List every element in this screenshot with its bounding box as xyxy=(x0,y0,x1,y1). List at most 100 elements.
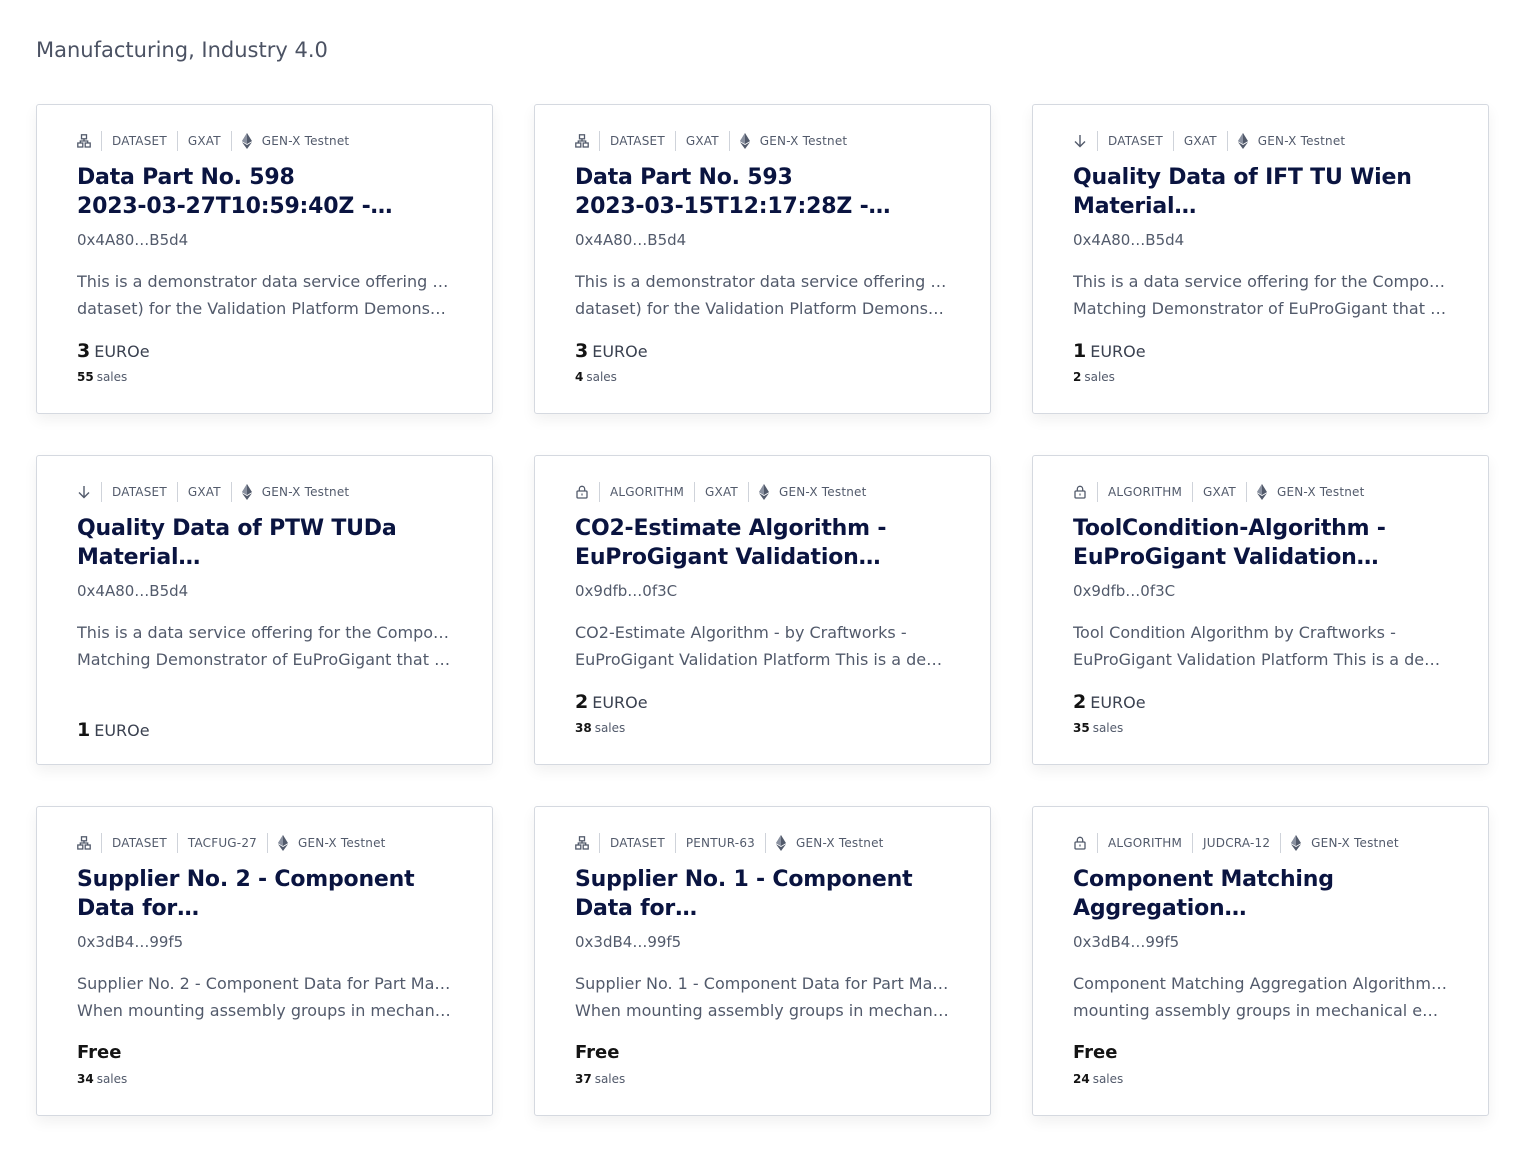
network-name: GEN-X Testnet xyxy=(796,836,884,850)
owner-address[interactable]: 0x3dB4…99f5 xyxy=(1073,931,1448,953)
asset-title[interactable]: Supplier No. 2 - Component Data for Part… xyxy=(77,865,452,923)
asset-price: 1 EUROe xyxy=(1073,338,1448,364)
asset-meta: DATASET TACFUG-27 GEN-X Testnet xyxy=(77,833,452,853)
sales-label: sales xyxy=(96,1072,128,1086)
meta-divider xyxy=(728,131,730,151)
sales-count: 4 sales xyxy=(575,369,950,385)
section-title: Manufacturing, Industry 4.0 xyxy=(36,38,328,62)
meta-divider xyxy=(1245,482,1247,502)
asset-price: 2 EUROe xyxy=(575,689,950,715)
network-name: GEN-X Testnet xyxy=(759,134,848,148)
datatoken-symbol: GXAT xyxy=(187,485,221,499)
asset-type-label: DATASET xyxy=(610,134,665,148)
meta-divider xyxy=(267,833,269,853)
datatoken-symbol: GXAT xyxy=(705,485,738,499)
meta-divider xyxy=(101,833,102,853)
owner-address[interactable]: 0x4A80…B5d4 xyxy=(77,580,452,602)
sales-number: 55 xyxy=(77,370,94,384)
asset-card[interactable]: ALGORITHM GXAT GEN-X Testnet ToolConditi… xyxy=(1032,455,1489,765)
meta-divider xyxy=(1280,833,1282,853)
asset-title[interactable]: Data Part No. 598 2023-03-27T10:59:40Z -… xyxy=(77,163,452,221)
meta-divider xyxy=(765,833,767,853)
sales-label: sales xyxy=(1092,721,1124,735)
asset-price: 3 EUROe xyxy=(575,338,950,364)
sales-count: 35 sales xyxy=(1073,720,1448,736)
price-currency: EUROe xyxy=(592,693,648,712)
asset-title[interactable]: Quality Data of PTW TUDa Material Number… xyxy=(77,514,452,572)
asset-title[interactable]: CO2-Estimate Algorithm - EuProGigant Val… xyxy=(575,514,950,572)
asset-card[interactable]: DATASET GXAT GEN-X Testnet Quality Data … xyxy=(1032,104,1489,414)
ethereum-icon xyxy=(758,484,769,500)
asset-card[interactable]: DATASET GXAT GEN-X Testnet Data Part No.… xyxy=(36,104,493,414)
asset-title[interactable]: Component Matching Aggregation Algorithm… xyxy=(1073,865,1448,923)
asset-title-line1: Supplier No. 2 - Component Data for xyxy=(77,867,415,921)
ethereum-icon xyxy=(1256,484,1267,500)
datatoken-symbol: TACFUG-27 xyxy=(187,836,258,850)
asset-title[interactable]: Data Part No. 593 2023-03-15T12:17:28Z -… xyxy=(575,163,950,221)
asset-price: Free xyxy=(1073,1040,1448,1066)
owner-address[interactable]: 0x9dfb…0f3C xyxy=(575,580,950,602)
compute-icon xyxy=(575,134,589,148)
asset-title[interactable]: ToolCondition-Algorithm - EuProGigant Va… xyxy=(1073,514,1448,572)
sales-number: 24 xyxy=(1073,1072,1090,1086)
asset-title-line1: CO2-Estimate Algorithm - xyxy=(575,516,887,541)
asset-card[interactable]: DATASET GXAT GEN-X Testnet Data Part No.… xyxy=(534,104,991,414)
owner-address[interactable]: 0x3dB4…99f5 xyxy=(575,931,950,953)
ethereum-icon xyxy=(241,133,252,149)
asset-card[interactable]: DATASET TACFUG-27 GEN-X Testnet Supplier… xyxy=(36,806,493,1116)
description-line2: Matching Demonstrator of EuProGigant tha… xyxy=(77,650,452,669)
network-badge: GEN-X Testnet xyxy=(1237,133,1346,149)
owner-address[interactable]: 0x9dfb…0f3C xyxy=(1073,580,1448,602)
description-line2: dataset) for the Validation Platform Dem… xyxy=(575,299,950,318)
sales-count: 37 sales xyxy=(575,1071,950,1087)
sales-number: 4 xyxy=(575,370,584,384)
asset-card[interactable]: ALGORITHM JUDCRA-12 GEN-X Testnet Compon… xyxy=(1032,806,1489,1116)
description-line1: This is a demonstrator data service offe… xyxy=(77,272,452,291)
owner-address[interactable]: 0x4A80…B5d4 xyxy=(1073,229,1448,251)
owner-address[interactable]: 0x4A80…B5d4 xyxy=(575,229,950,251)
owner-address[interactable]: 0x3dB4…99f5 xyxy=(77,931,452,953)
price-amount: Free xyxy=(575,1042,620,1063)
lock-icon xyxy=(575,485,589,499)
asset-title-line2: EuProGigant Validation Platform xyxy=(575,545,859,570)
sales-count: 55 sales xyxy=(77,369,452,385)
asset-title-line1: Component Matching Aggregation xyxy=(1073,867,1334,921)
ethereum-icon xyxy=(739,133,750,149)
sales-number: 38 xyxy=(575,721,592,735)
asset-card[interactable]: DATASET GXAT GEN-X Testnet Quality Data … xyxy=(36,455,493,765)
asset-description: This is a data service offering for the … xyxy=(1073,268,1448,322)
price-amount: 1 xyxy=(1073,340,1087,362)
price-amount: 1 xyxy=(77,719,91,741)
datatoken-symbol: PENTUR-63 xyxy=(685,836,756,850)
network-name: GEN-X Testnet xyxy=(261,485,350,499)
price-currency: EUROe xyxy=(592,342,648,361)
description-line1: Tool Condition Algorithm by Craftworks - xyxy=(1073,623,1396,642)
network-badge: GEN-X Testnet xyxy=(1291,835,1399,851)
ethereum-icon xyxy=(278,835,289,851)
asset-description: Component Matching Aggregation Algorithm… xyxy=(1073,970,1448,1024)
price-amount: 3 xyxy=(575,340,589,362)
asset-title[interactable]: Quality Data of IFT TU Wien Material Num… xyxy=(1073,163,1448,221)
owner-address[interactable]: 0x4A80…B5d4 xyxy=(77,229,452,251)
asset-title-line1: Supplier No. 1 - Component Data for xyxy=(575,867,913,921)
asset-type-label: ALGORITHM xyxy=(1108,485,1183,499)
asset-description: This is a demonstrator data service offe… xyxy=(575,268,950,322)
meta-divider xyxy=(747,482,749,502)
asset-type-label: DATASET xyxy=(610,836,665,850)
asset-description: Supplier No. 1 - Component Data for Part… xyxy=(575,970,950,1024)
asset-card[interactable]: DATASET PENTUR-63 GEN-X Testnet Supplier… xyxy=(534,806,991,1116)
network-name: GEN-X Testnet xyxy=(778,485,867,499)
meta-divider xyxy=(101,482,102,502)
asset-title[interactable]: Supplier No. 1 - Component Data for Part… xyxy=(575,865,950,923)
meta-divider xyxy=(599,131,600,151)
ethereum-icon xyxy=(1291,835,1302,851)
meta-divider xyxy=(101,131,102,151)
asset-card[interactable]: ALGORITHM GXAT GEN-X Testnet CO2-Estimat… xyxy=(534,455,991,765)
asset-title-line1: Quality Data of IFT TU Wien Material xyxy=(1073,165,1412,219)
asset-meta: ALGORITHM GXAT GEN-X Testnet xyxy=(575,482,950,502)
meta-divider xyxy=(674,131,676,151)
asset-description: This is a demonstrator data service offe… xyxy=(77,268,452,322)
description-line2: EuProGigant Validation Platform This is … xyxy=(1073,650,1448,669)
asset-description: CO2-Estimate Algorithm - by Craftworks -… xyxy=(575,619,950,673)
description-line1: Component Matching Aggregation Algorithm… xyxy=(1073,974,1448,993)
